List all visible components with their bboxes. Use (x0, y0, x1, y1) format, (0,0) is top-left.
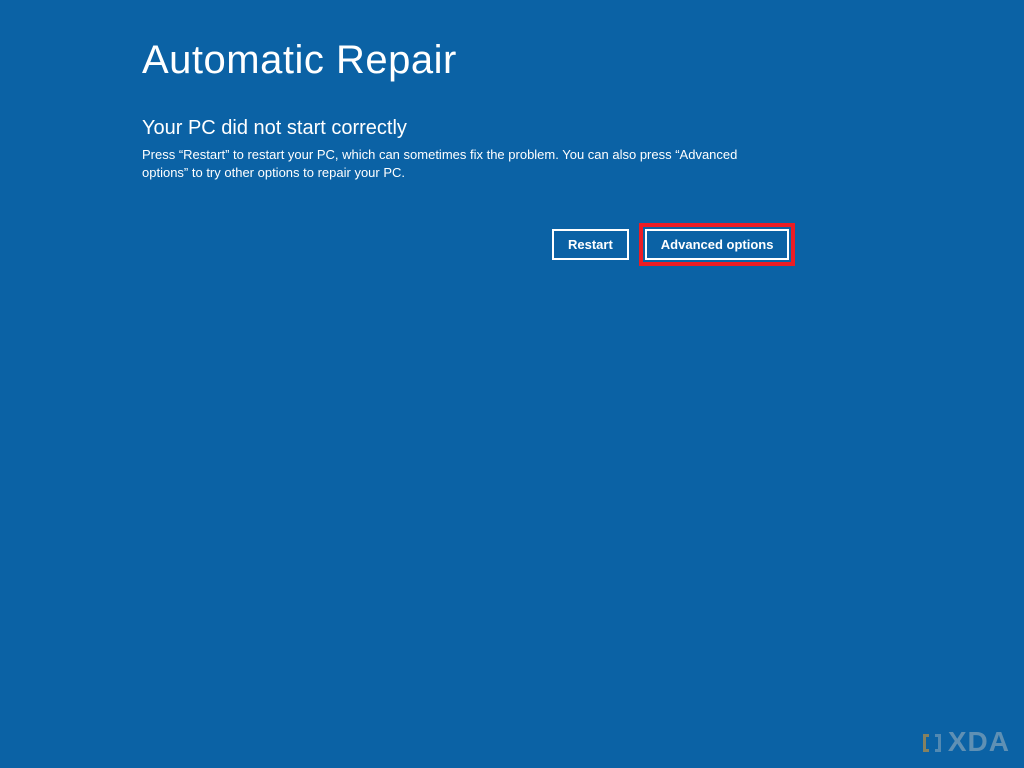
xda-bracket-icon (920, 730, 944, 754)
annotation-highlight: Advanced options (639, 223, 796, 266)
restart-button[interactable]: Restart (552, 229, 629, 260)
watermark-logo: XDA (920, 726, 1010, 758)
error-body-text: Press “Restart” to restart your PC, whic… (142, 146, 742, 181)
advanced-options-button[interactable]: Advanced options (645, 229, 790, 260)
error-subtitle: Your PC did not start correctly (142, 117, 1024, 140)
page-title: Automatic Repair (142, 38, 1024, 83)
recovery-screen: Automatic Repair Your PC did not start c… (0, 0, 1024, 266)
watermark-text: XDA (948, 726, 1010, 758)
action-button-row: Restart Advanced options (552, 223, 1024, 266)
